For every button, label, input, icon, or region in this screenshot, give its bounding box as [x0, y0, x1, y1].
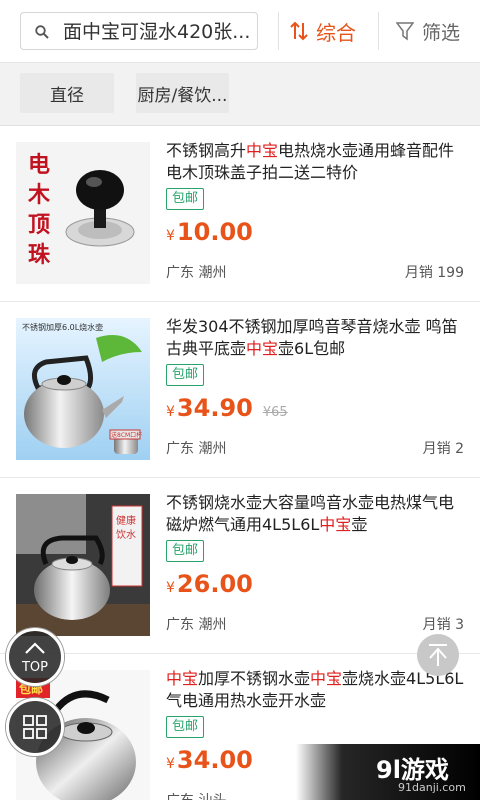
svg-text:不锈钢加厚6.0L烧水壶: 不锈钢加厚6.0L烧水壶 [22, 322, 103, 332]
free-shipping-badge: 包邮 [166, 364, 205, 386]
svg-text:饮水: 饮水 [116, 528, 136, 541]
product-item[interactable]: 电 木 顶 珠 不锈钢高升中宝电热烧水壶通用蜂音配件电木顶珠盖子拍二送二特价 包… [0, 126, 480, 302]
title-highlight: 中宝 [166, 669, 199, 688]
svg-text:健康: 健康 [116, 514, 136, 527]
free-shipping-badge: 包邮 [166, 716, 205, 738]
filter-chip-bar: 直径 厨房/餐饮... [0, 62, 480, 126]
title-text: 加厚不锈钢水壶 [198, 669, 311, 688]
currency-symbol: ¥ [166, 404, 175, 420]
sort-comprehensive-button[interactable]: 综合 [290, 14, 356, 48]
price-value: 10.00 [176, 218, 253, 246]
back-to-top-button[interactable]: TOP [6, 628, 64, 686]
price-value: 26.00 [176, 570, 253, 598]
chip-kitchen-dining[interactable]: 厨房/餐饮... [136, 73, 229, 113]
scroll-up-button[interactable] [417, 634, 459, 676]
free-shipping-badge: 包邮 [166, 188, 205, 210]
monthly-sales: 月销 3 [422, 617, 464, 633]
filter-button[interactable]: 筛选 [396, 14, 460, 48]
free-shipping-badge: 包邮 [166, 540, 205, 562]
monthly-sales: 月销 2 [422, 441, 464, 457]
location: 广东 潮州 [166, 617, 227, 633]
title-highlight: 中宝 [246, 339, 279, 358]
title-highlight: 中宝 [246, 141, 279, 160]
site-watermark: 9l游戏 91danji.com [296, 744, 480, 800]
grid-view-button[interactable] [6, 698, 64, 756]
funnel-icon [396, 22, 414, 41]
top-label: TOP [21, 660, 48, 675]
location: 广东 潮州 [166, 265, 227, 281]
price: ¥ 34.00 [166, 746, 253, 774]
chip-diameter[interactable]: 直径 [20, 73, 114, 113]
svg-text:顶: 顶 [28, 212, 50, 238]
svg-text:送8CM口杯: 送8CM口杯 [111, 431, 142, 439]
sort-arrows-icon [290, 21, 308, 41]
product-image: 电 木 顶 珠 [16, 142, 150, 284]
search-query-text: 面中宝可湿水420张... [63, 21, 251, 43]
top-bar: 面中宝可湿水420张... 综合 筛选 [0, 0, 480, 62]
svg-text:珠: 珠 [28, 242, 51, 268]
title-highlight: 中宝 [319, 515, 352, 534]
product-title: 不锈钢高升中宝电热烧水壶通用蜂音配件电木顶珠盖子拍二送二特价 [166, 140, 466, 184]
location: 广东 潮州 [166, 441, 227, 457]
price-value: 34.00 [176, 746, 253, 774]
product-item[interactable]: 健康 饮水 不锈钢烧水壶大容量鸣音水壶电热煤气电磁炉燃气通用4L5L6L中宝壶 … [0, 478, 480, 654]
title-text: 不锈钢高升 [166, 141, 247, 160]
product-title: 不锈钢烧水壶大容量鸣音水壶电热煤气电磁炉燃气通用4L5L6L中宝壶 [166, 492, 466, 536]
svg-text:电: 电 [28, 152, 50, 178]
title-highlight: 中宝 [310, 669, 343, 688]
currency-symbol: ¥ [166, 228, 175, 244]
price: ¥ 26.00 [166, 570, 253, 598]
divider [278, 12, 279, 50]
grid-icon [23, 715, 47, 739]
arrow-up-icon [429, 644, 447, 666]
price: ¥ 10.00 [166, 218, 253, 246]
price: ¥ 34.90 ¥65 [166, 394, 288, 422]
search-icon [35, 25, 49, 39]
sort-label: 综合 [316, 20, 356, 45]
title-text: 壶6L包邮 [278, 339, 346, 358]
monthly-sales: 月销 199 [404, 265, 464, 281]
title-text: 壶 [351, 515, 368, 534]
currency-symbol: ¥ [166, 756, 175, 772]
original-price: ¥65 [262, 405, 288, 420]
filter-label: 筛选 [422, 21, 461, 44]
divider [378, 12, 379, 50]
product-image: 不锈钢加厚6.0L烧水壶 送8CM口杯 [16, 318, 150, 460]
svg-text:木: 木 [27, 182, 51, 208]
chevron-up-icon [25, 642, 45, 654]
watermark-site: 91danji.com [398, 781, 466, 794]
search-input[interactable]: 面中宝可湿水420张... [20, 12, 258, 50]
product-image: 健康 饮水 [16, 494, 150, 636]
title-text: 不锈钢烧水壶大容量鸣音水壶电热煤气电磁炉燃气通用4L5L6L [166, 493, 455, 534]
price-value: 34.90 [176, 394, 253, 422]
location: 广东 汕头 [166, 790, 226, 800]
product-title: 华发304不锈钢加厚鸣音琴音烧水壶 鸣笛古典平底壶中宝壶6L包邮 [166, 316, 466, 360]
currency-symbol: ¥ [166, 580, 175, 596]
product-item[interactable]: 不锈钢加厚6.0L烧水壶 送8CM口杯 华发304不锈钢加厚鸣音琴音烧水壶 鸣笛… [0, 302, 480, 478]
watermark-brand: 9l游戏 [376, 756, 449, 784]
